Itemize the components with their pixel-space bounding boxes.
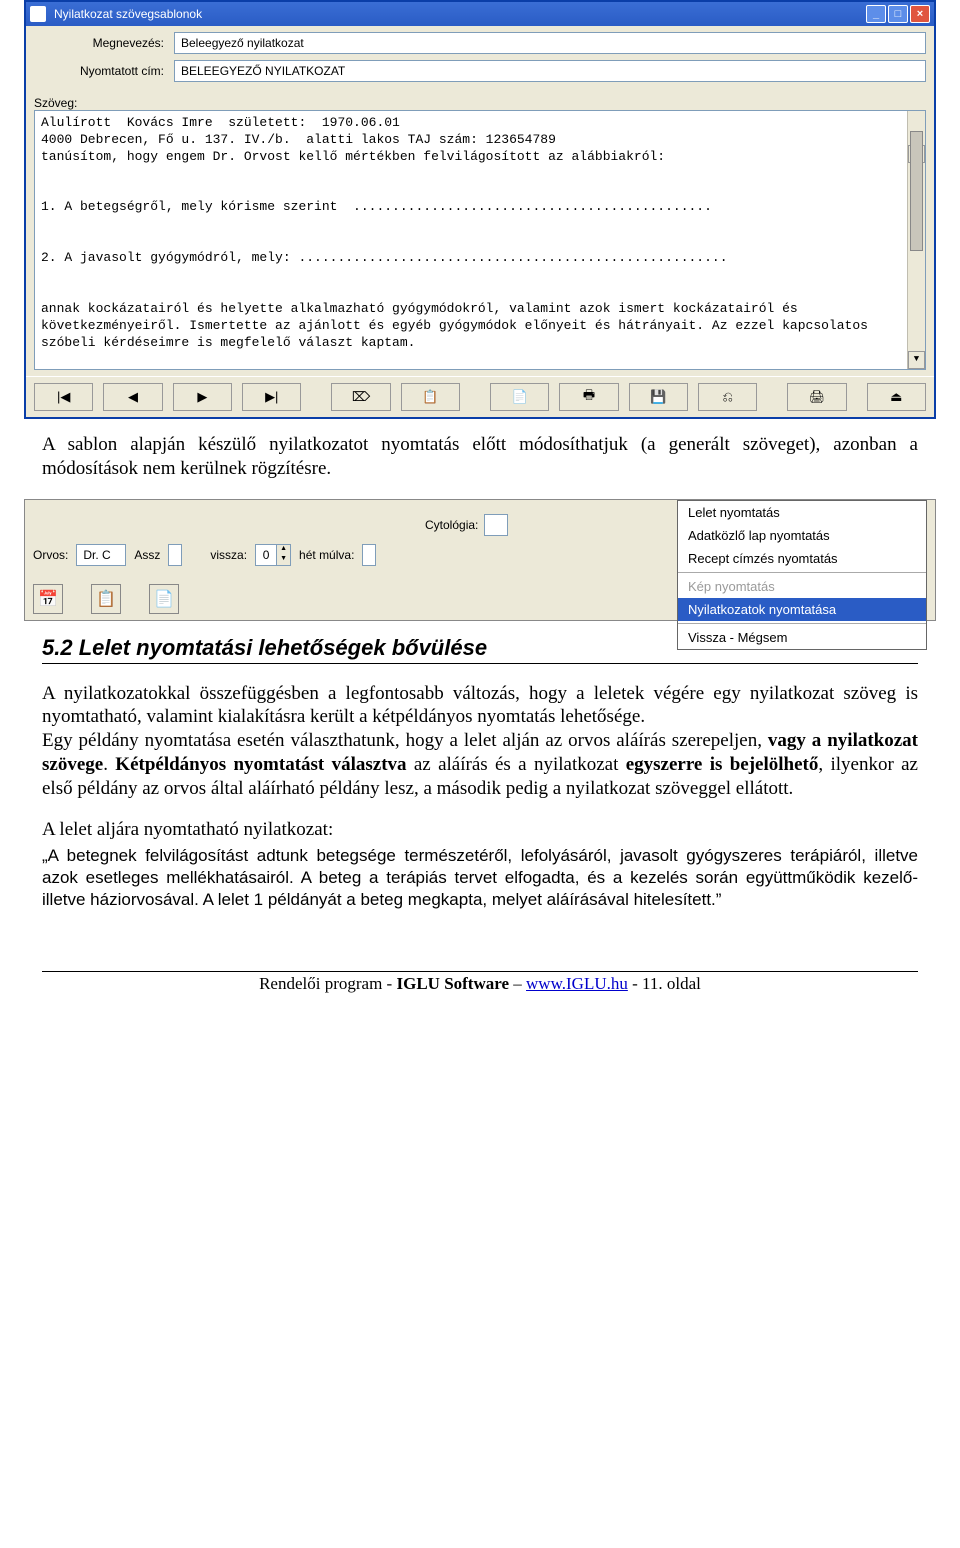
menu-item-recept[interactable]: Recept címzés nyomtatás — [678, 547, 926, 570]
input-orvos[interactable]: Dr. C — [76, 544, 126, 566]
text-span: . — [103, 754, 115, 775]
quote-intro: A lelet aljára nyomtatható nyilatkozat: — [42, 818, 918, 843]
footer-dash: – — [509, 974, 526, 993]
input-cytologia[interactable] — [484, 514, 508, 536]
window-title: Nyilatkozat szövegsablonok — [52, 7, 866, 21]
toolbar-btn-5[interactable]: ⌦ — [331, 383, 390, 411]
label-nyomtatott-cim: Nyomtatott cím: — [34, 64, 174, 78]
template-textarea[interactable]: Alulírott Kovács Imre született: 1970.06… — [34, 110, 926, 370]
close-button[interactable]: × — [910, 5, 930, 23]
toolbar-icon-2[interactable]: 📋 — [91, 584, 121, 614]
template-text-content: Alulírott Kovács Imre született: 1970.06… — [41, 115, 876, 370]
toolbar-icon-1[interactable]: 📅 — [33, 584, 63, 614]
label-vissza: vissza: — [210, 548, 247, 562]
print-button[interactable]: 🖨 — [787, 383, 846, 411]
input-assz[interactable] — [168, 544, 182, 566]
scroll-down-icon[interactable]: ▼ — [908, 351, 925, 369]
label-het-mulva: hét múlva: — [299, 548, 354, 562]
footer-company: IGLU Software — [396, 974, 509, 993]
menu-item-adatkozlo[interactable]: Adatközlő lap nyomtatás — [678, 524, 926, 547]
spinner-down-icon[interactable]: ▼ — [277, 555, 290, 565]
footer-link[interactable]: www.IGLU.hu — [526, 974, 628, 993]
nav-toolbar: |◀ ◀ ▶ ▶| ⌦ 📋 📄 🖶 💾 ⎌ 🖨 ⏏ — [26, 376, 934, 417]
quote-body: „A betegnek felvilágosítást adtunk beteg… — [42, 845, 918, 911]
input-megnevezes[interactable]: Beleegyező nyilatkozat — [174, 32, 926, 54]
quote-block: A lelet aljára nyomtatható nyilatkozat: … — [42, 818, 918, 911]
menu-separator — [678, 572, 926, 573]
text-bold: Kétpéldányos nyomtatást választva — [115, 754, 406, 775]
paragraph-2: A nyilatkozatokkal összefüggésben a legf… — [42, 682, 918, 801]
paragraph-intro: A sablon alapján készülő nyilatkozatot n… — [42, 433, 918, 481]
next-record-button[interactable]: ▶ — [173, 383, 232, 411]
titlebar[interactable]: Nyilatkozat szövegsablonok _ □ × — [26, 2, 934, 26]
toolbar-icon-3[interactable]: 📄 — [149, 584, 179, 614]
footer-page: - 11. oldal — [628, 974, 701, 993]
toolbar-btn-8[interactable]: 🖶 — [559, 383, 618, 411]
maximize-button[interactable]: □ — [888, 5, 908, 23]
page-footer: Rendelői program - IGLU Software – www.I… — [42, 971, 918, 994]
spinner-vissza[interactable]: ▲▼ — [255, 544, 291, 566]
toolbar-btn-10[interactable]: ⎌ — [698, 383, 757, 411]
toolbar-btn-7[interactable]: 📄 — [490, 383, 549, 411]
toolbar-btn-9[interactable]: 💾 — [629, 383, 688, 411]
minimize-button[interactable]: _ — [866, 5, 886, 23]
menu-separator-2 — [678, 623, 926, 624]
first-record-button[interactable]: |◀ — [34, 383, 93, 411]
scrollbar[interactable]: ▲ ▼ — [907, 111, 925, 369]
print-context-menu: Lelet nyomtatás Adatközlő lap nyomtatás … — [677, 500, 927, 650]
menu-item-nyilatkozatok[interactable]: Nyilatkozatok nyomtatása — [678, 598, 926, 621]
input-nyomtatott-cim[interactable]: BELEEGYEZŐ NYILATKOZAT — [174, 60, 926, 82]
template-editor-window: Nyilatkozat szövegsablonok _ □ × Megneve… — [24, 0, 936, 419]
label-szoveg: Szöveg: — [34, 96, 77, 110]
menu-item-kep-nyomtatas: Kép nyomtatás — [678, 575, 926, 598]
text-span: Egy példány nyomtatása esetén választhat… — [42, 730, 768, 751]
print-menu-window: Cytológia: Orvos: Dr. C Assz vissza: ▲▼ … — [24, 499, 936, 621]
menu-item-vissza[interactable]: Vissza - Mégsem — [678, 626, 926, 649]
label-megnevezes: Megnevezés: — [34, 36, 174, 50]
app-icon — [30, 6, 46, 22]
toolbar-btn-6[interactable]: 📋 — [401, 383, 460, 411]
last-record-button[interactable]: ▶| — [242, 383, 301, 411]
menu-item-lelet-nyomtatas[interactable]: Lelet nyomtatás — [678, 501, 926, 524]
prev-record-button[interactable]: ◀ — [103, 383, 162, 411]
scroll-thumb[interactable] — [910, 131, 923, 251]
footer-prefix: Rendelői program - — [259, 974, 396, 993]
label-assz: Assz — [134, 548, 160, 562]
text-span: az aláírás és a nyilatkozat — [407, 754, 626, 775]
label-cytologia: Cytológia: — [425, 518, 478, 532]
spinner-up-icon[interactable]: ▲ — [277, 545, 290, 555]
text-bold: egyszerre is bejelölhető — [626, 754, 819, 775]
spinner-vissza-value[interactable] — [255, 544, 277, 566]
text-span: A nyilatkozatokkal összefüggésben a legf… — [42, 683, 918, 728]
input-het-mulva[interactable] — [362, 544, 376, 566]
exit-button[interactable]: ⏏ — [867, 383, 926, 411]
label-orvos: Orvos: — [33, 548, 68, 562]
